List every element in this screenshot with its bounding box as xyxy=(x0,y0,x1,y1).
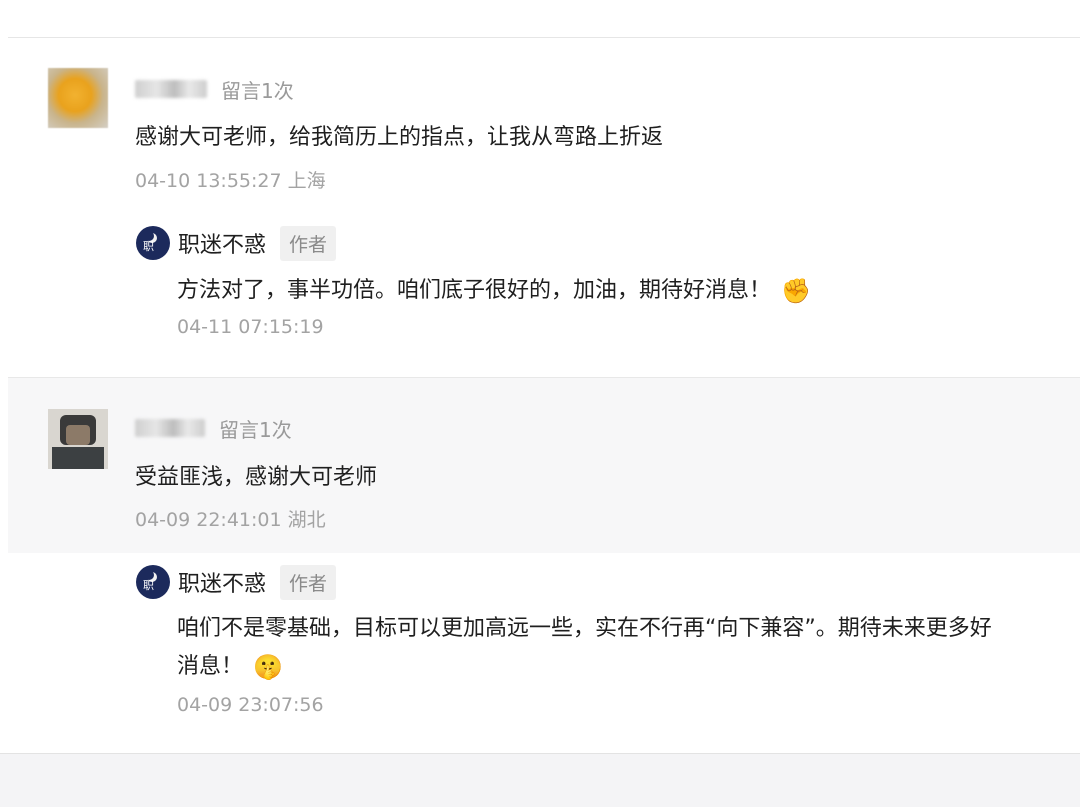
comment-meta: 04-09 22:41:01 湖北 xyxy=(135,509,326,531)
author-reply-header: 职 职迷不惑 作者 xyxy=(136,564,337,600)
author-badge: 作者 xyxy=(280,225,337,261)
author-reply-text: 咱们不是零基础，目标可以更加高远一些，实在不行再“向下兼容”。期待未来更多好 消… xyxy=(177,610,1057,686)
author-avatar[interactable]: 职 xyxy=(136,226,170,260)
author-name: 职迷不惑 xyxy=(178,233,267,258)
reply-time: 04-11 07:15:19 xyxy=(177,316,324,338)
author-avatar[interactable]: 职 xyxy=(136,565,170,599)
author-reply-text: 方法对了，事半功倍。咱们底子很好的，加油，期待好消息！ ✊ xyxy=(177,272,811,310)
comment-count: 留言1次 xyxy=(219,417,292,442)
author-badge: 作者 xyxy=(280,564,337,600)
author-name: 职迷不惑 xyxy=(178,572,267,597)
comment-text: 受益匪浅，感谢大可老师 xyxy=(135,465,378,490)
author-avatar-glyph: 职 xyxy=(143,579,154,592)
reply-time: 04-09 23:07:56 xyxy=(177,694,324,716)
user-avatar[interactable] xyxy=(48,68,108,128)
masked-username xyxy=(135,419,205,437)
author-reply-header: 职 职迷不惑 作者 xyxy=(136,225,337,261)
comment-text: 感谢大可老师，给我简历上的指点，让我从弯路上折返 xyxy=(135,125,664,150)
shushing-face-icon: 🤫 xyxy=(253,653,283,681)
comment-count: 留言1次 xyxy=(221,78,294,103)
reply-text-line-1: 咱们不是零基础，目标可以更加高远一些，实在不行再“向下兼容”。期待未来更多好 xyxy=(177,616,992,641)
comment-meta: 04-10 13:55:27 上海 xyxy=(135,170,326,192)
author-avatar-glyph: 职 xyxy=(143,240,154,253)
user-info-row: 留言1次 xyxy=(135,415,292,442)
raised-fist-icon: ✊ xyxy=(781,277,811,305)
reply-text-line-2: 消息！ xyxy=(177,654,244,679)
reply-text-content: 方法对了，事半功倍。咱们底子很好的，加油，期待好消息！ xyxy=(177,278,772,303)
user-info-row: 留言1次 xyxy=(135,76,294,103)
bottom-background xyxy=(0,753,1080,807)
user-avatar[interactable] xyxy=(48,409,108,469)
masked-username xyxy=(135,80,207,98)
